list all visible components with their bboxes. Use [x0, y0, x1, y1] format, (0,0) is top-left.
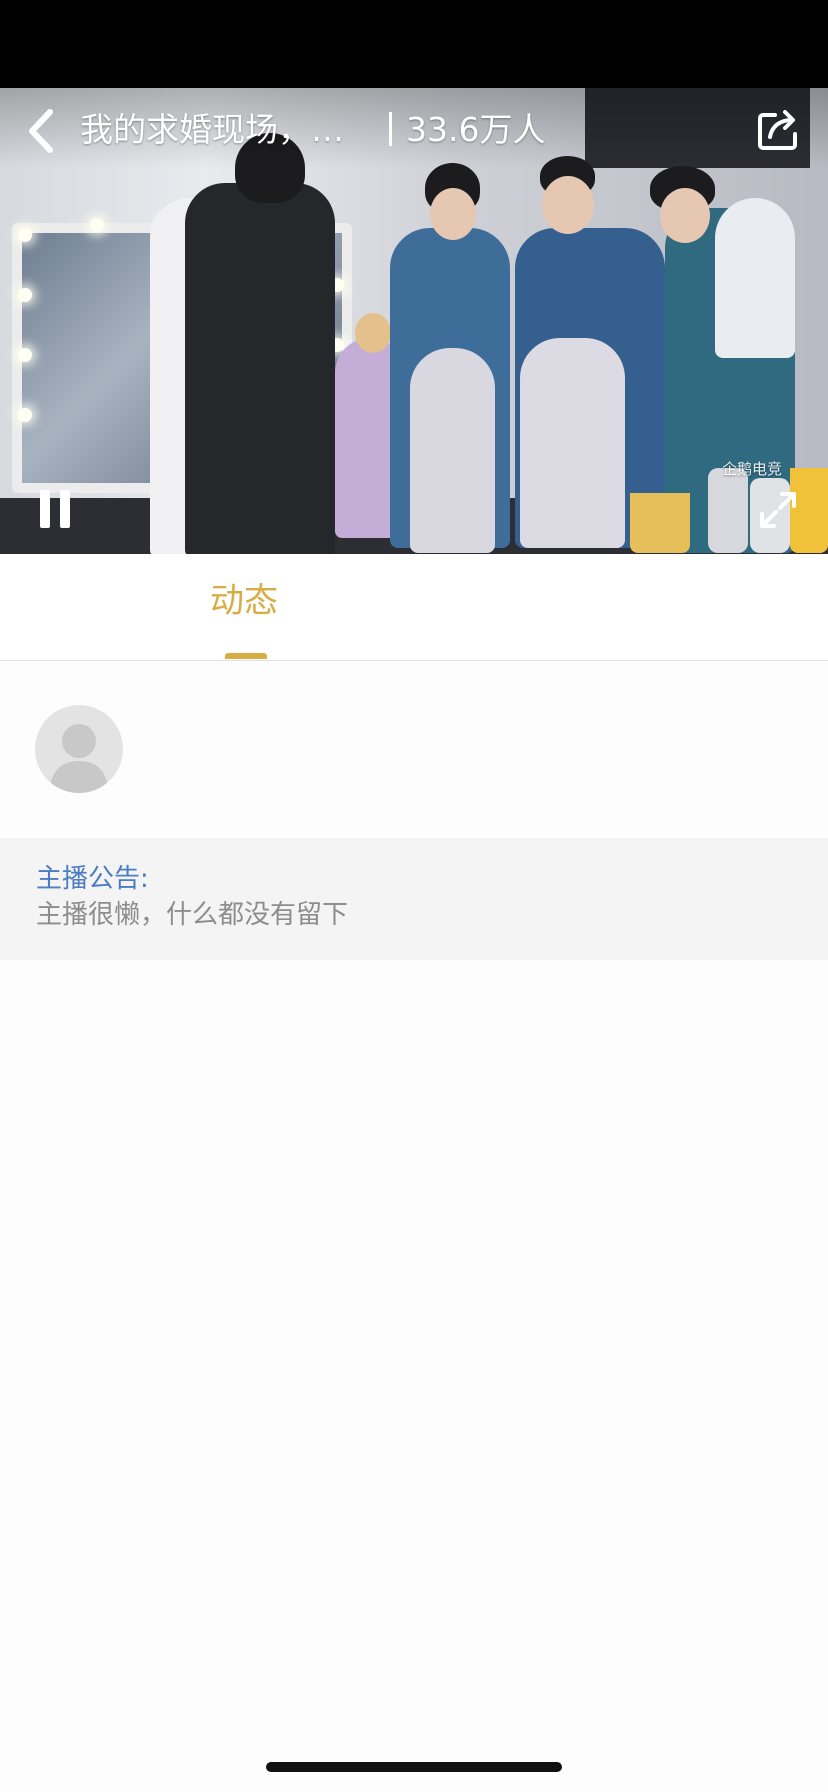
video-watermark: 企鹅电竞 [722, 460, 783, 478]
person-figure [185, 183, 335, 554]
mirror-bulb [18, 288, 32, 302]
viewer-count-divider [389, 112, 392, 146]
drink-cup [630, 493, 690, 553]
mirror-bulb [90, 218, 104, 232]
announcement-body: 主播很懒，什么都没有留下 [36, 900, 349, 930]
pause-icon[interactable] [38, 490, 74, 530]
share-icon[interactable] [756, 106, 802, 152]
mirror-bulb [18, 348, 32, 362]
chevron-left-icon[interactable] [24, 108, 60, 154]
announcement-title: 主播公告: [36, 864, 149, 894]
person-head [542, 176, 594, 234]
tab-dynamic[interactable]: 动态 [210, 576, 278, 626]
tab-active-indicator [225, 653, 267, 659]
fullscreen-icon[interactable] [758, 490, 798, 530]
person-head [355, 313, 391, 353]
tab-bar [0, 554, 828, 661]
video-title: 我的求婚现场，… [80, 110, 344, 149]
viewer-count: 33.6万人 [406, 110, 546, 149]
status-bar [0, 0, 828, 88]
mirror-bulb [18, 228, 32, 242]
pause-bar [60, 490, 70, 528]
pause-bar [40, 490, 50, 528]
avatar-silhouette [49, 724, 109, 793]
default-avatar-icon[interactable] [35, 705, 123, 793]
person-head [660, 188, 710, 243]
person-head [430, 188, 476, 240]
home-indicator[interactable] [266, 1762, 562, 1772]
water-bottle [708, 468, 748, 553]
mirror-bulb [18, 408, 32, 422]
person-figure [715, 198, 795, 358]
person-figure [410, 348, 495, 553]
person-figure [520, 338, 625, 548]
